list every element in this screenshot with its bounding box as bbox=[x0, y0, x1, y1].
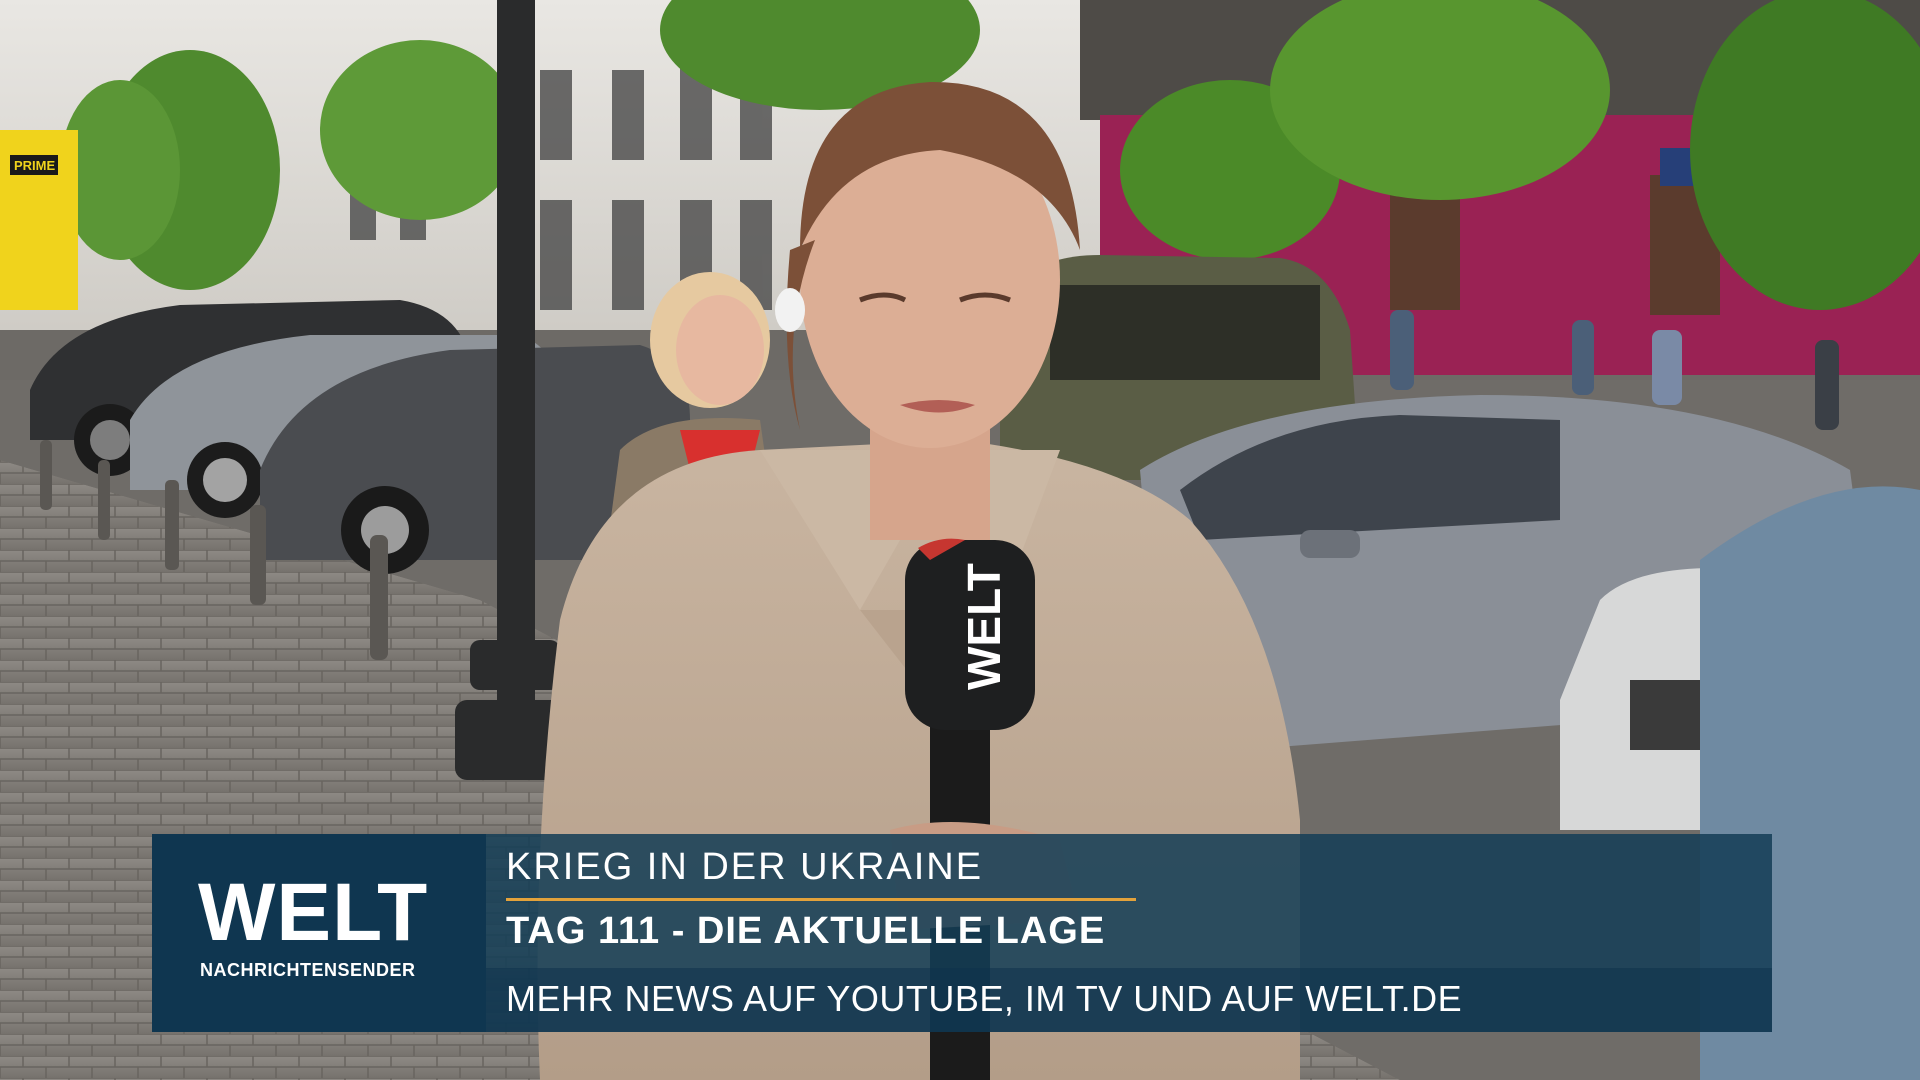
billboard: PRIME bbox=[0, 130, 78, 310]
ticker-band: MEHR NEWS AUF YOUTUBE, IM TV UND AUF WEL… bbox=[486, 968, 1772, 1032]
channel-logo: WELT NACHRICHTENSENDER bbox=[152, 834, 486, 1032]
mic-label: WELT bbox=[958, 563, 1010, 690]
lower-third: WELT NACHRICHTENSENDER KRIEG IN DER UKRA… bbox=[152, 834, 1772, 1032]
billboard-label: PRIME bbox=[14, 158, 56, 173]
ticker-text: MEHR NEWS AUF YOUTUBE, IM TV UND AUF WEL… bbox=[506, 978, 1463, 1019]
headline: TAG 111 - DIE AKTUELLE LAGE bbox=[506, 910, 1106, 952]
topic-label: KRIEG IN DER UKRAINE bbox=[506, 846, 984, 888]
accent-rule bbox=[506, 898, 1136, 901]
logo-subtitle: NACHRICHTENSENDER bbox=[200, 960, 416, 980]
logo-wordmark: WELT bbox=[198, 867, 429, 958]
headline-band: KRIEG IN DER UKRAINE TAG 111 - DIE AKTUE… bbox=[486, 834, 1772, 968]
